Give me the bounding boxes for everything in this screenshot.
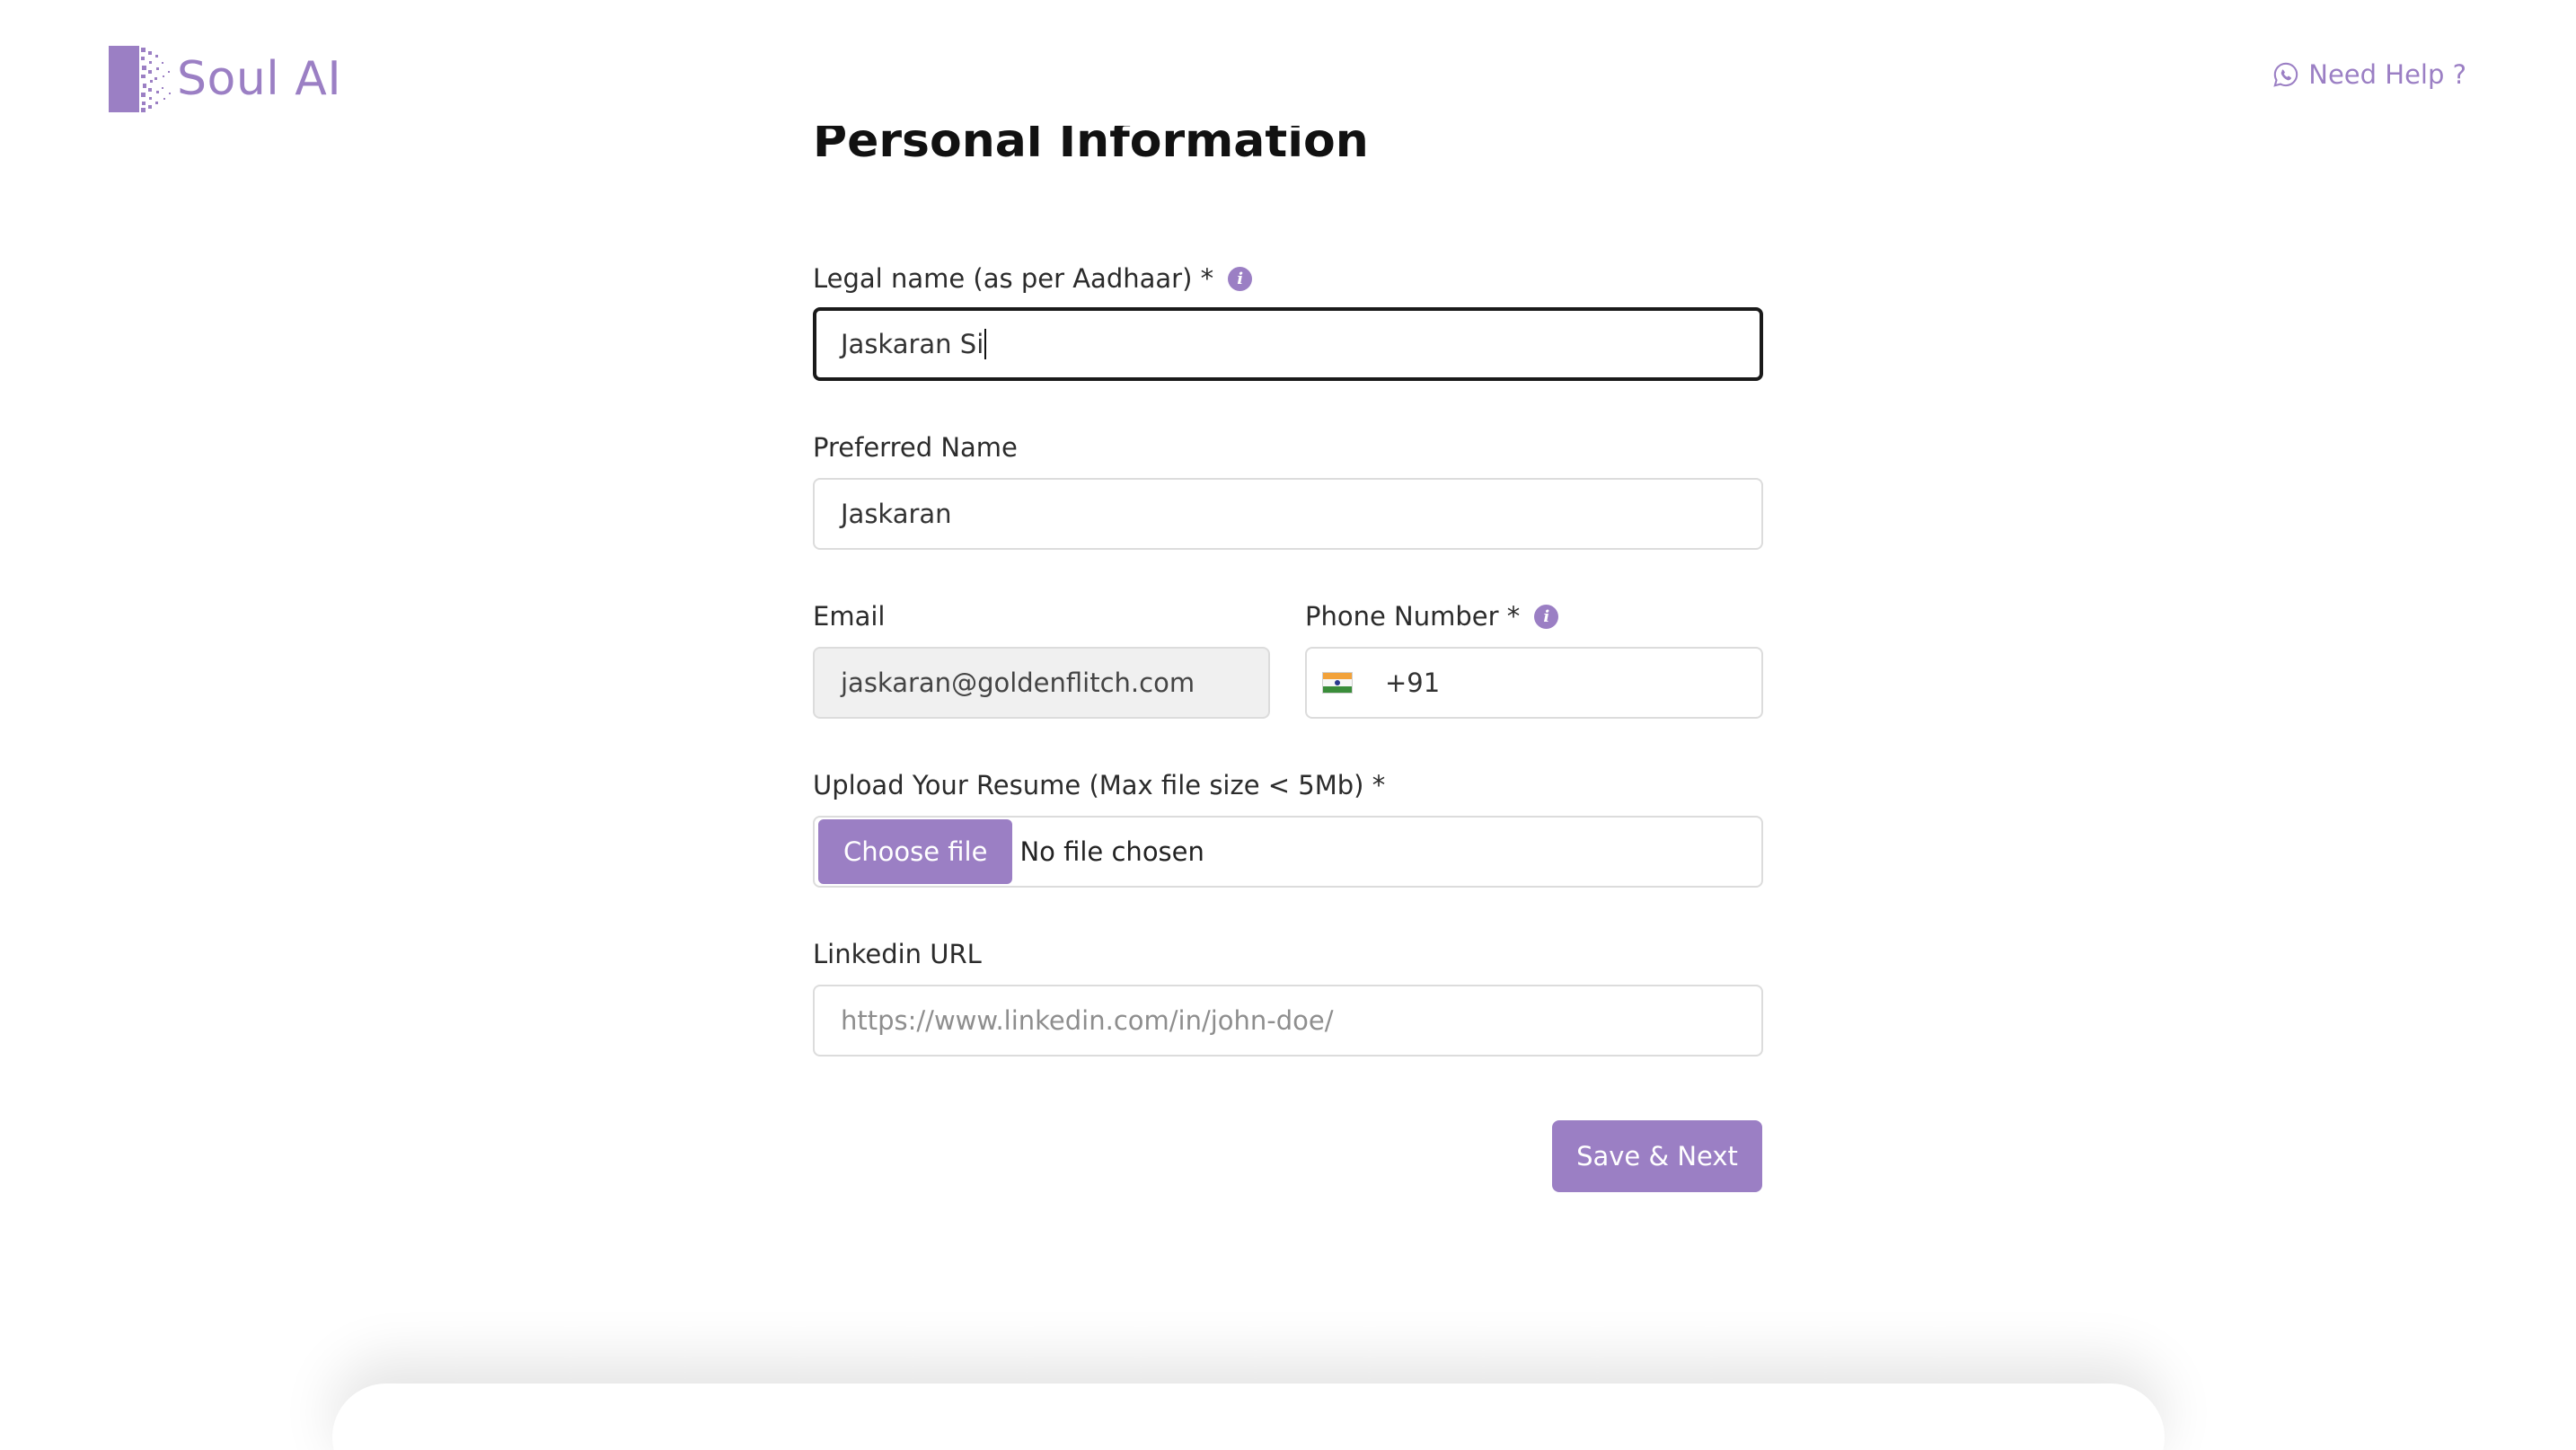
resume-label: Upload Your Resume (Max file size < 5Mb)… — [813, 767, 1385, 803]
phone-number-input[interactable]: +91 — [1305, 647, 1763, 719]
india-flag-icon[interactable] — [1322, 672, 1353, 694]
preferred-name-label-text: Preferred Name — [813, 432, 1018, 463]
section-title-text: Personal Information — [813, 126, 1369, 168]
linkedin-label-text: Linkedin URL — [813, 939, 982, 969]
email-label: Email — [813, 598, 885, 634]
text-caret — [984, 329, 987, 359]
whatsapp-icon — [2273, 62, 2298, 87]
phone-label-text: Phone Number * — [1305, 601, 1521, 632]
email-field: jaskaran@goldenflitch.com — [813, 647, 1270, 719]
save-next-button[interactable]: Save & Next — [1552, 1120, 1762, 1192]
legal-name-value: Jaskaran Si — [841, 329, 984, 359]
linkedin-url-input[interactable]: https://www.linkedin.com/in/john-doe/ — [813, 985, 1763, 1057]
legal-name-input[interactable]: Jaskaran Si — [813, 307, 1763, 381]
logo-mark-icon — [109, 46, 171, 112]
preferred-name-value: Jaskaran — [841, 499, 952, 529]
legal-name-label-text: Legal name (as per Aadhaar) * — [813, 263, 1214, 294]
preferred-name-input[interactable]: Jaskaran — [813, 478, 1763, 550]
linkedin-placeholder: https://www.linkedin.com/in/john-doe/ — [841, 1005, 1334, 1036]
preferred-name-label: Preferred Name — [813, 429, 1018, 465]
page-root: Soul AI Need Help ? Personal Information… — [0, 0, 2576, 1450]
legal-name-info-icon[interactable]: i — [1228, 266, 1253, 291]
need-help-link[interactable]: Need Help ? — [2272, 59, 2466, 90]
bottom-card-shadow — [332, 1384, 2165, 1450]
soul-ai-logo[interactable]: Soul AI — [109, 45, 341, 113]
phone-info-icon[interactable]: i — [1534, 604, 1559, 629]
legal-name-label: Legal name (as per Aadhaar) * i — [813, 261, 1253, 296]
choose-file-button[interactable]: Choose file — [818, 819, 1013, 884]
email-value: jaskaran@goldenflitch.com — [841, 668, 1195, 698]
linkedin-label: Linkedin URL — [813, 936, 982, 972]
resume-label-text: Upload Your Resume (Max file size < 5Mb)… — [813, 770, 1386, 800]
email-label-text: Email — [813, 601, 886, 632]
file-status: No file chosen — [1019, 836, 1204, 867]
section-title: Personal Information — [813, 126, 1369, 181]
resume-upload-field[interactable]: Choose file No file chosen — [813, 816, 1763, 888]
need-help-label: Need Help ? — [2308, 59, 2466, 90]
dial-code: +91 — [1385, 668, 1441, 698]
brand-name: Soul AI — [177, 52, 342, 106]
phone-label: Phone Number * i — [1305, 598, 1559, 634]
